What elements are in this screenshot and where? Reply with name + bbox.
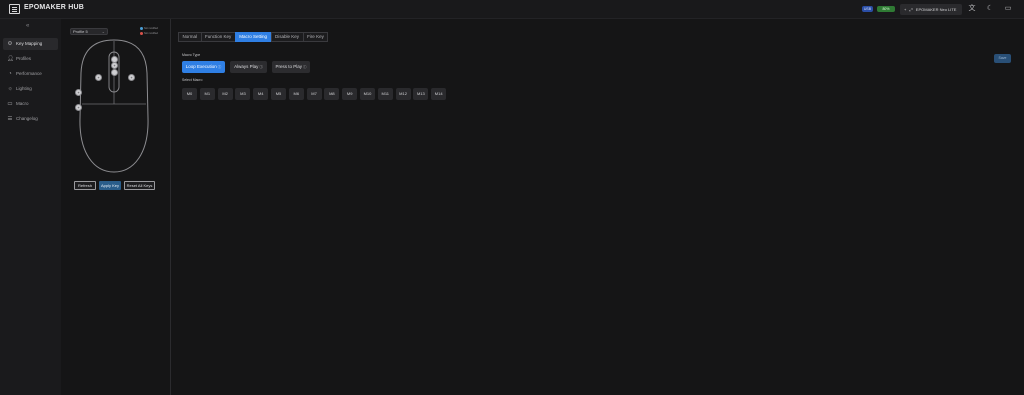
tab-normal[interactable]: Normal [178,32,201,42]
tab-macro-setting[interactable]: Macro Setting [234,32,271,42]
macro-button-m10[interactable]: M10 [359,88,375,100]
chevron-down-icon: ⌄ [101,29,105,34]
battery-badge: 80% [877,6,895,12]
device-selector[interactable]: + ⤢ EPOMAKER Neo LITE [900,4,962,15]
sidebar-item-label: Performance [16,71,42,76]
profile-select-value: Profile 5 [73,29,88,34]
sidebar-item-key-mapping[interactable]: ⚙ Key Mapping [3,38,58,50]
sidebar-item-performance[interactable]: ◔ Performance [3,68,58,80]
key-dot-side-back[interactable]: + [75,104,82,111]
language-icon[interactable]: 文 [968,5,976,13]
moon-icon[interactable]: ☾ [986,5,994,13]
sidebar-item-label: Profiles [16,56,32,61]
app-window: EPOMAKER HUB USB 80% + ⤢ EPOMAKER Neo LI… [0,0,1024,395]
apply-key-button[interactable]: Apply Key [99,181,121,190]
tab-disable-key[interactable]: Disable Key [270,32,303,42]
key-dot-middle[interactable]: + [111,62,118,69]
sidebar: « ⚙ Key Mapping 👤︎ Profiles ◔ Performanc… [0,19,61,395]
macro-button-m1[interactable]: M1 [199,88,215,100]
key-dot-left-click[interactable]: + [95,74,102,81]
legend-dot-icon [140,27,143,30]
macro-type-label-text: Always Play [234,64,259,69]
info-icon: ⓘ [303,65,307,69]
sidebar-item-macro[interactable]: ▭ Macro [3,98,58,110]
mapping-tabs: Normal Function Key Macro Setting Disabl… [178,32,329,42]
save-button[interactable]: Save [994,54,1011,63]
sidebar-item-lighting[interactable]: ☼ Lighting [3,83,58,95]
always-play-button[interactable]: Always Playⓘ [230,61,267,73]
macro-button-m12[interactable]: M12 [395,88,411,100]
loop-execution-button[interactable]: Loop Executionⓘ [182,61,225,73]
logo-icon [9,4,20,14]
profile-select[interactable]: Profile 5 ⌄ [70,28,108,35]
sidebar-item-label: Lighting [16,86,32,91]
sidebar-item-changelog[interactable]: ☰ Changelog [3,113,58,125]
gauge-icon: ◔ [8,71,12,77]
window-icon[interactable]: ▭ [1004,5,1012,13]
press-to-play-button[interactable]: Press to Playⓘ [272,61,310,73]
macro-button-m6[interactable]: M6 [288,88,304,100]
person-icon: 👤︎ [7,56,14,62]
sidebar-item-label: Changelog [16,116,38,121]
info-icon: ⓘ [217,65,222,69]
sidebar-item-label: Key Mapping [16,41,43,46]
macro-button-m2[interactable]: M2 [217,88,233,100]
key-dot-scroll-down[interactable] [111,69,118,76]
macro-button-m3[interactable]: M3 [235,88,251,100]
usb-badge: USB [862,6,873,12]
header-bar: EPOMAKER HUB USB 80% + ⤢ EPOMAKER Neo LI… [0,0,1024,19]
macro-button-m0[interactable]: M0 [182,88,197,100]
bulb-icon: ☼ [7,86,13,92]
tab-fire-key[interactable]: Fire Key [302,32,329,42]
tab-function-key[interactable]: Function Key [200,32,235,42]
sidebar-item-label: Macro [16,101,29,106]
macro-type-label-text: Press to Play [275,64,302,69]
macro-button-m13[interactable]: M13 [413,88,429,100]
plus-icon: + [904,7,907,12]
refresh-button[interactable]: Refresh [74,181,96,190]
link-icon: ⤢ [909,7,913,12]
key-dot-side-forward[interactable]: + [75,89,82,96]
legend-label: Not modified [144,27,159,31]
macro-button-m9[interactable]: M9 [342,88,358,100]
macro-button-m4[interactable]: M4 [253,88,269,100]
select-macro-label: Select Macro [182,78,203,82]
macro-list: M0 M1 M2 M3 M4 M5 M6 M7 M8 M9 M10 M11 M1… [182,88,449,100]
key-legend: Not modified Not modified [140,27,158,36]
macro-button-m11[interactable]: M11 [377,88,393,100]
macro-type-label-text: Loop Execution [185,64,217,69]
legend-label: Not modified [144,31,159,35]
macro-button-m7[interactable]: M7 [306,88,322,100]
panel-divider [170,19,171,395]
settings-icon: ⚙ [7,41,13,47]
macro-type-label: Macro Type [182,53,201,57]
sidebar-item-profiles[interactable]: 👤︎ Profiles [3,53,58,65]
info-icon: ⓘ [259,65,263,69]
macro-button-m14[interactable]: M14 [431,88,447,100]
monitor-icon: ▭ [7,101,13,107]
macro-button-m8[interactable]: M8 [324,88,340,100]
double-chevron-left-icon[interactable]: « [26,23,29,29]
macro-button-m5[interactable]: M5 [270,88,286,100]
key-dot-right-click[interactable]: + [128,74,135,81]
reset-all-keys-button[interactable]: Reset All Keys [124,181,155,190]
app-title: EPOMAKER HUB [24,4,84,11]
list-icon: ☰ [7,116,13,122]
legend-dot-icon [140,31,143,35]
device-name: EPOMAKER Neo LITE [915,7,957,12]
